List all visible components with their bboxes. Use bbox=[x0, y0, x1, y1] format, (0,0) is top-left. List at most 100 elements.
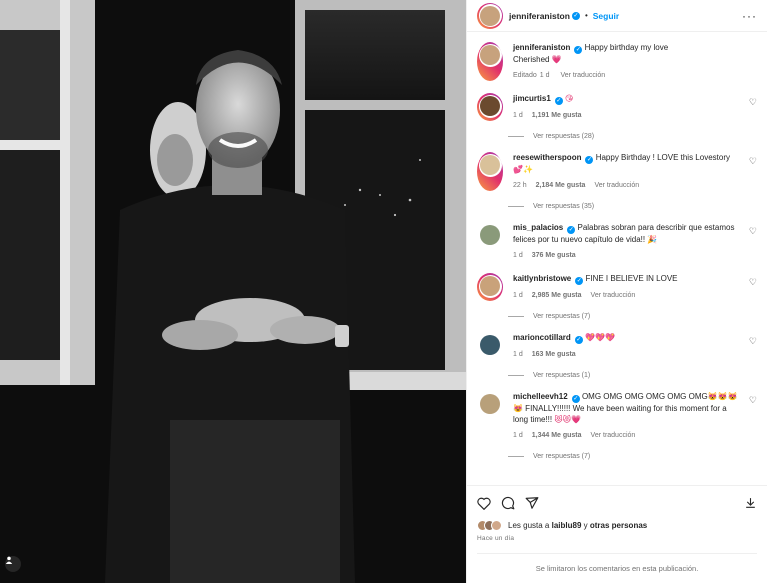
post-photo[interactable] bbox=[0, 0, 466, 583]
likes-others-link[interactable]: otras personas bbox=[590, 521, 647, 530]
post-date: Hace un día bbox=[477, 535, 515, 542]
comment-emoji: 🎉 bbox=[647, 235, 658, 244]
post-actions: Les gusta a laiblu89 y otras personas Ha… bbox=[467, 485, 767, 583]
comment-like-heart-icon[interactable]: ♡ bbox=[749, 156, 757, 167]
follow-button[interactable]: Seguir bbox=[593, 11, 619, 21]
comment-item: kaitlynbristowe ✓ FINE I BELIEVE IN LOVE … bbox=[477, 273, 757, 320]
commenter-avatar[interactable] bbox=[480, 225, 500, 245]
caption-edited: Editado bbox=[513, 72, 537, 79]
photo-image bbox=[0, 0, 466, 583]
like-heart-icon[interactable] bbox=[477, 497, 491, 510]
comment-time: 1 d bbox=[513, 252, 523, 259]
caption-emoji: 💗 bbox=[551, 55, 562, 64]
comment-row: reesewitherspoon ✓ Happy Birthday ! LOVE … bbox=[477, 152, 757, 191]
comment-translate-link[interactable]: Ver traducción bbox=[591, 292, 636, 299]
comment-item: reesewitherspoon ✓ Happy Birthday ! LOVE … bbox=[477, 152, 757, 210]
comment-like-heart-icon[interactable]: ♡ bbox=[749, 336, 757, 347]
likes-first-user[interactable]: laiblu89 bbox=[552, 521, 582, 530]
comment-item: michelleevh12 ✓ OMG OMG OMG OMG OMG OMG😻😻… bbox=[477, 391, 757, 460]
verified-badge-icon: ✓ bbox=[574, 336, 583, 344]
comment-icon[interactable] bbox=[501, 496, 515, 510]
comment-text: Happy Birthday ! LOVE this Lovestory bbox=[595, 153, 730, 162]
comment-likes[interactable]: 2,985 Me gusta bbox=[532, 292, 582, 299]
verified-badge-icon: ✓ bbox=[571, 395, 580, 403]
caption: jenniferaniston ✓ Happy birthday my love … bbox=[477, 42, 757, 81]
comment-emoji: 💖💖💖 bbox=[585, 333, 615, 342]
caption-time: 1 d bbox=[539, 72, 550, 79]
comment-like-heart-icon[interactable]: ♡ bbox=[749, 395, 757, 406]
comment-likes[interactable]: 163 Me gusta bbox=[532, 351, 576, 358]
post-panel: jenniferaniston ✓ • Seguir ··· jennifera… bbox=[466, 0, 767, 583]
comment-row: mis_palacios ✓ Palabras sobran para descr… bbox=[477, 222, 757, 261]
commenter-avatar[interactable] bbox=[480, 276, 500, 296]
caption-text-line1: Happy birthday my love bbox=[584, 43, 669, 52]
comment-time: 1 d bbox=[513, 351, 523, 358]
author-avatar[interactable] bbox=[480, 5, 500, 26]
comment-item: jimcurtis1 ✓ 😘 1 d 1,191 Me gusta ♡ Ver respu… bbox=[477, 93, 757, 140]
comment-item: marioncotillard ✓ 💖💖💖 1 d 163 Me gusta ♡ Ver … bbox=[477, 332, 757, 379]
caption-translate-link[interactable]: Ver traducción bbox=[560, 72, 605, 79]
commenter-avatar[interactable] bbox=[480, 335, 500, 355]
verified-badge-icon: ✓ bbox=[567, 226, 576, 234]
commenter-username[interactable]: jimcurtis1 bbox=[513, 94, 551, 103]
commenter-avatar[interactable] bbox=[480, 394, 500, 414]
comment-text: FINE I BELIEVE IN LOVE bbox=[585, 274, 678, 283]
comment-row: marioncotillard ✓ 💖💖💖 1 d 163 Me gusta ♡ bbox=[477, 332, 757, 360]
comment-likes[interactable]: 376 Me gusta bbox=[532, 252, 576, 259]
author-username[interactable]: jenniferaniston bbox=[509, 11, 570, 21]
commenter-username[interactable]: marioncotillard bbox=[513, 333, 571, 342]
likes-prefix: Les gusta a bbox=[508, 521, 550, 530]
comment-time: 1 d bbox=[513, 292, 523, 299]
comments-list[interactable]: jenniferaniston ✓ Happy birthday my love … bbox=[467, 32, 767, 485]
download-save-icon[interactable] bbox=[744, 496, 757, 510]
commenter-avatar[interactable] bbox=[480, 155, 500, 175]
author-avatar-ring[interactable] bbox=[477, 2, 503, 29]
comment-emoji: 💕✨ bbox=[513, 165, 533, 174]
likes-and: y bbox=[583, 521, 588, 530]
comment-emoji: 😻😻💗 bbox=[554, 415, 582, 424]
verified-badge-icon: ✓ bbox=[575, 277, 584, 285]
commenter-username[interactable]: reesewitherspoon bbox=[513, 153, 581, 162]
commenter-username[interactable]: michelleevh12 bbox=[513, 392, 568, 401]
verified-badge-icon: ✓ bbox=[574, 46, 583, 54]
view-replies-link[interactable]: Ver respuestas (28) bbox=[508, 133, 757, 140]
user-icon bbox=[5, 556, 13, 564]
comment-like-heart-icon[interactable]: ♡ bbox=[749, 277, 757, 288]
likes-summary: Les gusta a laiblu89 y otras personas bbox=[477, 520, 757, 531]
comment-item: mis_palacios ✓ Palabras sobran para descr… bbox=[477, 222, 757, 261]
likers-avatars[interactable] bbox=[477, 520, 502, 531]
comment-emoji: 😘 bbox=[565, 94, 574, 103]
verified-badge-icon: ✓ bbox=[554, 97, 563, 105]
comment-likes[interactable]: 1,191 Me gusta bbox=[532, 112, 582, 119]
view-replies-link[interactable]: Ver respuestas (7) bbox=[508, 313, 757, 320]
caption-avatar[interactable] bbox=[480, 45, 500, 65]
comment-likes[interactable]: 2,184 Me gusta bbox=[536, 182, 586, 189]
comment-time: 1 d bbox=[513, 112, 523, 119]
comment-likes[interactable]: 1,344 Me gusta bbox=[532, 432, 582, 439]
comments-limited-notice: Se limitaron los comentarios en esta pub… bbox=[477, 553, 757, 583]
post-header: jenniferaniston ✓ • Seguir ··· bbox=[467, 0, 767, 32]
comment-row: michelleevh12 ✓ OMG OMG OMG OMG OMG OMG😻😻… bbox=[477, 391, 757, 441]
view-replies-link[interactable]: Ver respuestas (7) bbox=[508, 453, 757, 460]
comment-row: kaitlynbristowe ✓ FINE I BELIEVE IN LOVE … bbox=[477, 273, 757, 301]
caption-username[interactable]: jenniferaniston bbox=[513, 43, 570, 52]
comment-time: 22 h bbox=[513, 182, 527, 189]
share-icon[interactable] bbox=[525, 496, 539, 510]
commenter-avatar[interactable] bbox=[480, 96, 500, 116]
comment-translate-link[interactable]: Ver traducción bbox=[594, 182, 639, 189]
comment-translate-link[interactable]: Ver traducción bbox=[591, 432, 636, 439]
comment-time: 1 d bbox=[513, 432, 523, 439]
comment-like-heart-icon[interactable]: ♡ bbox=[749, 97, 757, 108]
separator-dot: • bbox=[584, 11, 588, 20]
comment-like-heart-icon[interactable]: ♡ bbox=[749, 226, 757, 237]
view-replies-link[interactable]: Ver respuestas (35) bbox=[508, 203, 757, 210]
more-options-icon[interactable]: ··· bbox=[742, 9, 757, 23]
tagged-user-button[interactable] bbox=[5, 556, 21, 572]
commenter-username[interactable]: mis_palacios bbox=[513, 223, 563, 232]
commenter-username[interactable]: kaitlynbristowe bbox=[513, 274, 571, 283]
verified-badge-icon: ✓ bbox=[585, 156, 594, 164]
view-replies-link[interactable]: Ver respuestas (1) bbox=[508, 372, 757, 379]
comment-row: jimcurtis1 ✓ 😘 1 d 1,191 Me gusta ♡ bbox=[477, 93, 757, 121]
verified-badge-icon: ✓ bbox=[571, 11, 580, 20]
caption-text-line2: Cherished bbox=[513, 55, 550, 64]
